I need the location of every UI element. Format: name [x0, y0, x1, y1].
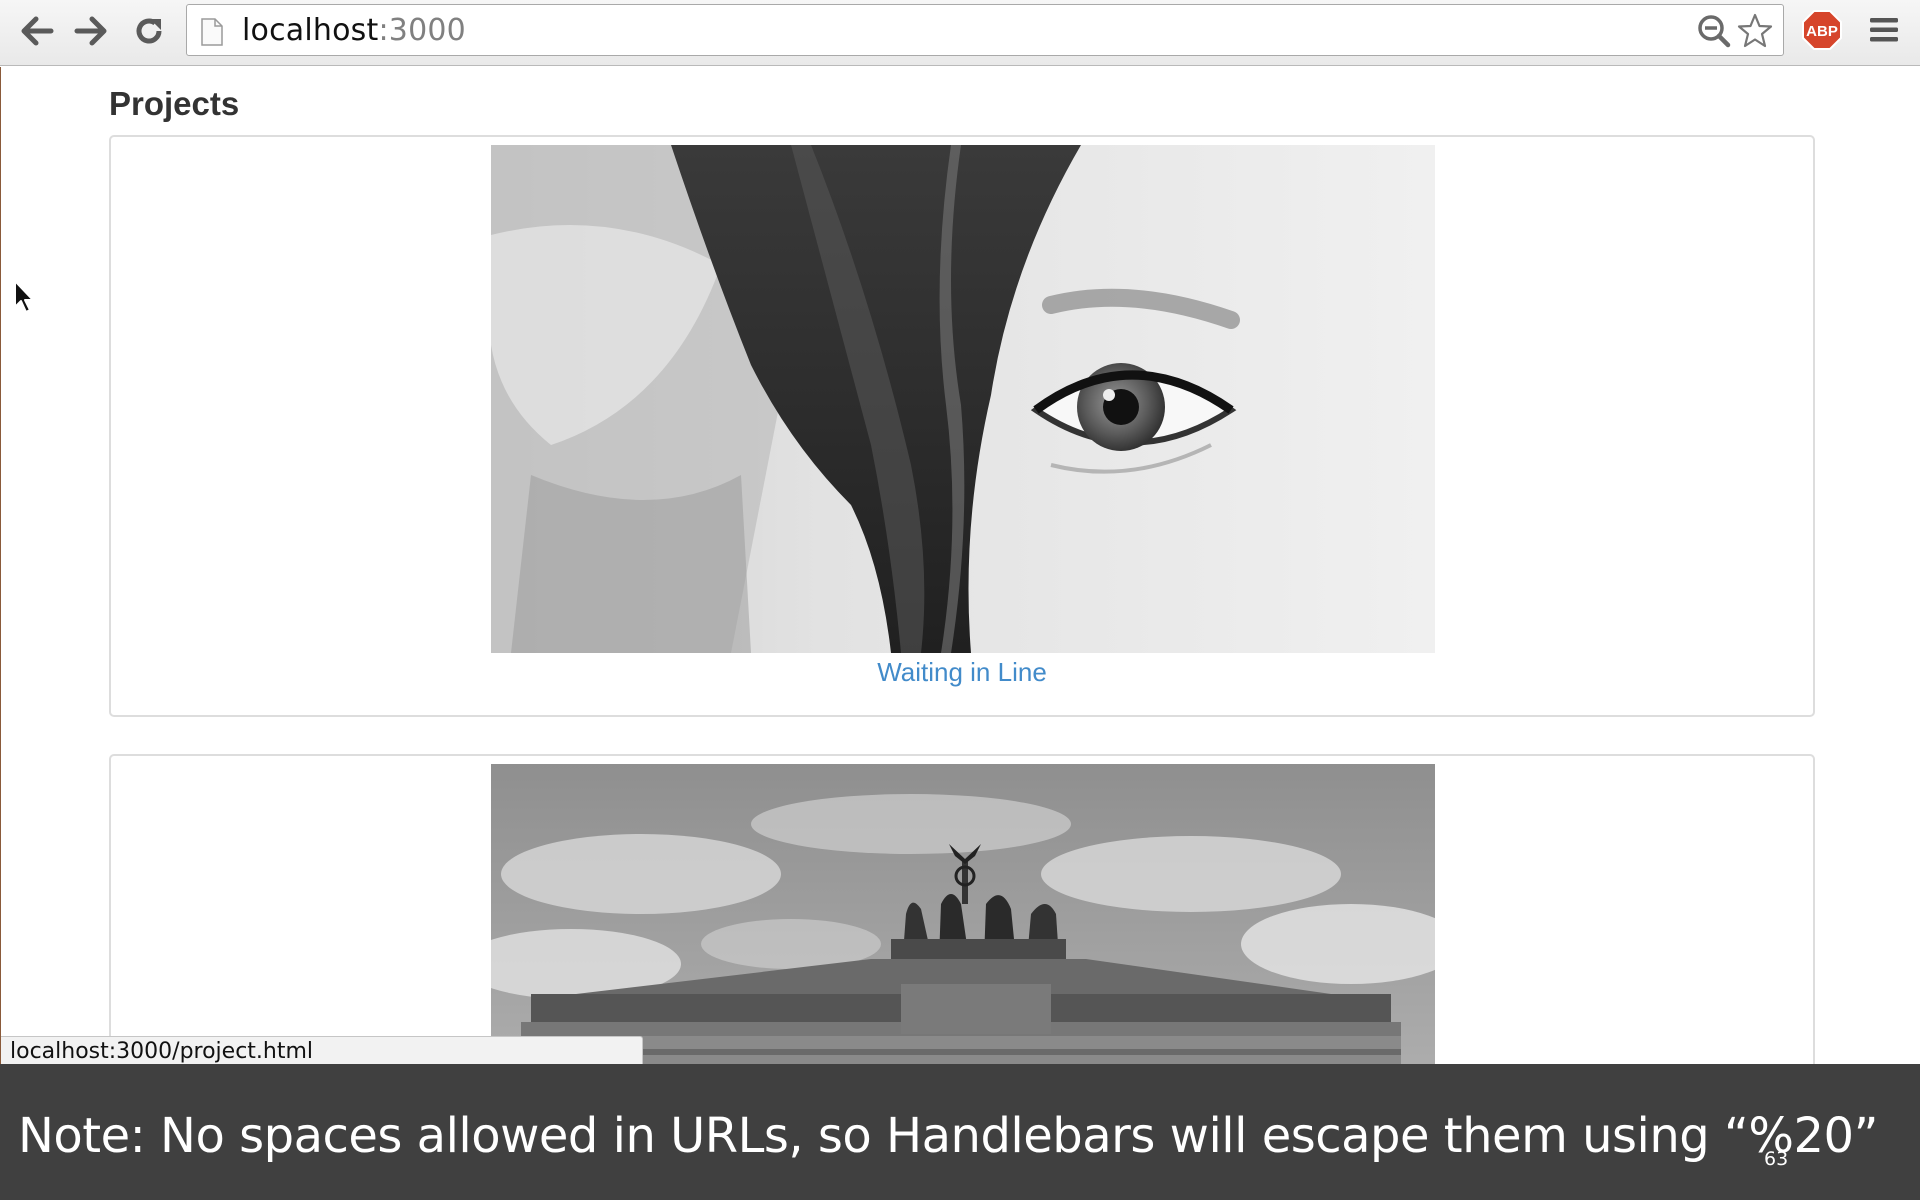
- link-status-bubble: localhost:3000/project.html: [1, 1036, 643, 1064]
- page-title: Projects: [109, 85, 240, 122]
- address-bar[interactable]: localhost:3000: [186, 4, 1784, 56]
- back-button[interactable]: [16, 10, 58, 52]
- adblock-plus-icon[interactable]: ABP: [1802, 10, 1842, 50]
- url-text[interactable]: localhost:3000: [242, 14, 466, 48]
- project-photo-brandenburg-gate: [491, 764, 1435, 1064]
- forward-arrow-icon: [74, 16, 107, 46]
- reload-button[interactable]: [128, 10, 170, 52]
- mouse-cursor-icon: [14, 280, 34, 313]
- bookmark-star-icon[interactable]: [1737, 13, 1773, 49]
- browser-toolbar: localhost:3000 ABP: [0, 0, 1920, 66]
- reload-icon: [136, 18, 162, 44]
- project-card: [109, 754, 1815, 1064]
- project-card: Waiting in Line: [109, 135, 1815, 717]
- hamburger-menu-icon[interactable]: [1868, 14, 1900, 46]
- forward-button[interactable]: [70, 10, 112, 52]
- slide-caption-bar: Note: No spaces allowed in URLs, so Hand…: [0, 1064, 1920, 1200]
- project-photo-eye: [491, 145, 1435, 653]
- url-host: localhost: [242, 13, 379, 48]
- project-title-link[interactable]: Waiting in Line: [111, 657, 1813, 688]
- svg-text:ABP: ABP: [1806, 23, 1838, 40]
- zoom-out-icon[interactable]: [1697, 14, 1731, 48]
- project-image-link[interactable]: [491, 764, 1435, 1064]
- project-image-link[interactable]: [491, 145, 1435, 653]
- caption-text: Note: No spaces allowed in URLs, so Hand…: [18, 1108, 1878, 1164]
- url-port: :3000: [378, 13, 466, 48]
- page-icon: [201, 18, 223, 46]
- back-arrow-icon: [21, 16, 54, 46]
- page-viewport: Projects Waiting in Line localhost:3000/…: [0, 67, 1920, 1064]
- slide-number: 63: [1764, 1148, 1789, 1170]
